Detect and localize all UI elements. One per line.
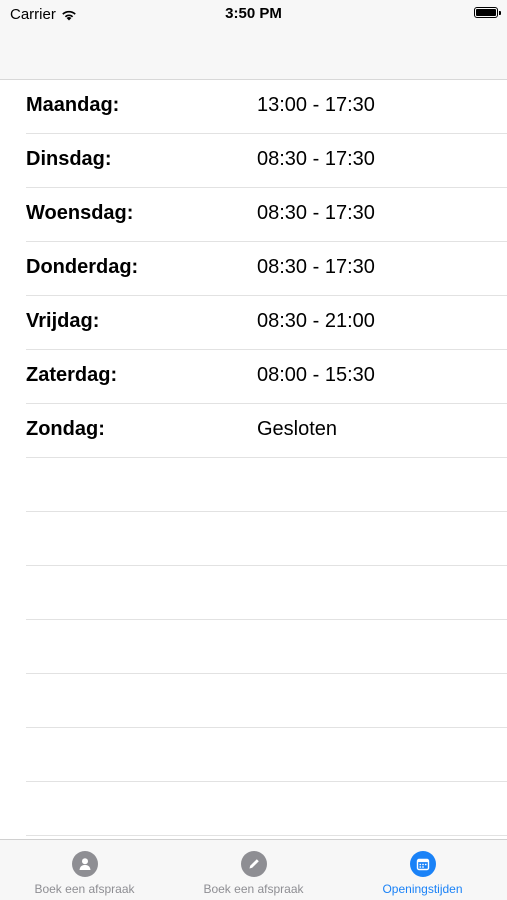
empty-row bbox=[26, 674, 507, 728]
table-row: Dinsdag: 08:30 - 17:30 bbox=[26, 134, 507, 188]
hours-value: 08:00 - 15:30 bbox=[257, 364, 375, 386]
tab-label: Boek een afspraak bbox=[34, 882, 135, 896]
empty-row bbox=[26, 512, 507, 566]
calendar-icon bbox=[409, 851, 436, 877]
table-row: Woensdag: 08:30 - 17:30 bbox=[26, 188, 507, 242]
empty-row bbox=[26, 728, 507, 782]
day-label: Zaterdag: bbox=[26, 364, 118, 386]
opening-hours-table: Maandag: 13:00 - 17:30 Dinsdag: 08:30 - … bbox=[0, 80, 507, 836]
hours-value: 08:30 - 21:00 bbox=[257, 310, 375, 332]
app-screen: Carrier 3:50 PM Maandag: 13:00 - 17:30 D… bbox=[0, 0, 507, 900]
table-row: Vrijdag: 08:30 - 21:00 bbox=[26, 296, 507, 350]
table-row: Donderdag: 08:30 - 17:30 bbox=[26, 242, 507, 296]
hours-value: 13:00 - 17:30 bbox=[257, 94, 375, 116]
navigation-bar: Carrier 3:50 PM bbox=[0, 0, 507, 80]
tab-label: Boek een afspraak bbox=[203, 882, 304, 896]
tab-book-appointment[interactable]: Boek een afspraak bbox=[0, 840, 169, 900]
table-row: Zaterdag: 08:00 - 15:30 bbox=[26, 350, 507, 404]
day-label: Woensdag: bbox=[26, 202, 134, 224]
person-icon bbox=[71, 851, 98, 877]
status-bar: Carrier 3:50 PM bbox=[0, 0, 507, 28]
pencil-icon bbox=[240, 851, 267, 877]
tab-bar: Boek een afspraak Boek een afspraak Open… bbox=[0, 839, 507, 900]
hours-value: 08:30 - 17:30 bbox=[257, 202, 375, 224]
day-label: Dinsdag: bbox=[26, 148, 112, 170]
day-label: Vrijdag: bbox=[26, 310, 100, 332]
hours-value: Gesloten bbox=[257, 418, 338, 440]
day-label: Zondag: bbox=[26, 418, 105, 440]
tab-opening-hours[interactable]: Openingstijden bbox=[338, 840, 507, 900]
tab-book-appointment-edit[interactable]: Boek een afspraak bbox=[169, 840, 338, 900]
table-row: Zondag: Gesloten bbox=[26, 404, 507, 458]
empty-row bbox=[26, 566, 507, 620]
day-label: Maandag: bbox=[26, 94, 120, 116]
empty-row bbox=[26, 620, 507, 674]
hours-value: 08:30 - 17:30 bbox=[257, 148, 375, 170]
table-row: Maandag: 13:00 - 17:30 bbox=[26, 80, 507, 134]
battery-icon bbox=[474, 7, 501, 18]
empty-row bbox=[26, 458, 507, 512]
empty-row bbox=[26, 782, 507, 836]
hours-value: 08:30 - 17:30 bbox=[257, 256, 375, 278]
tab-label: Openingstijden bbox=[382, 882, 463, 896]
clock: 3:50 PM bbox=[225, 5, 282, 22]
day-label: Donderdag: bbox=[26, 256, 139, 278]
